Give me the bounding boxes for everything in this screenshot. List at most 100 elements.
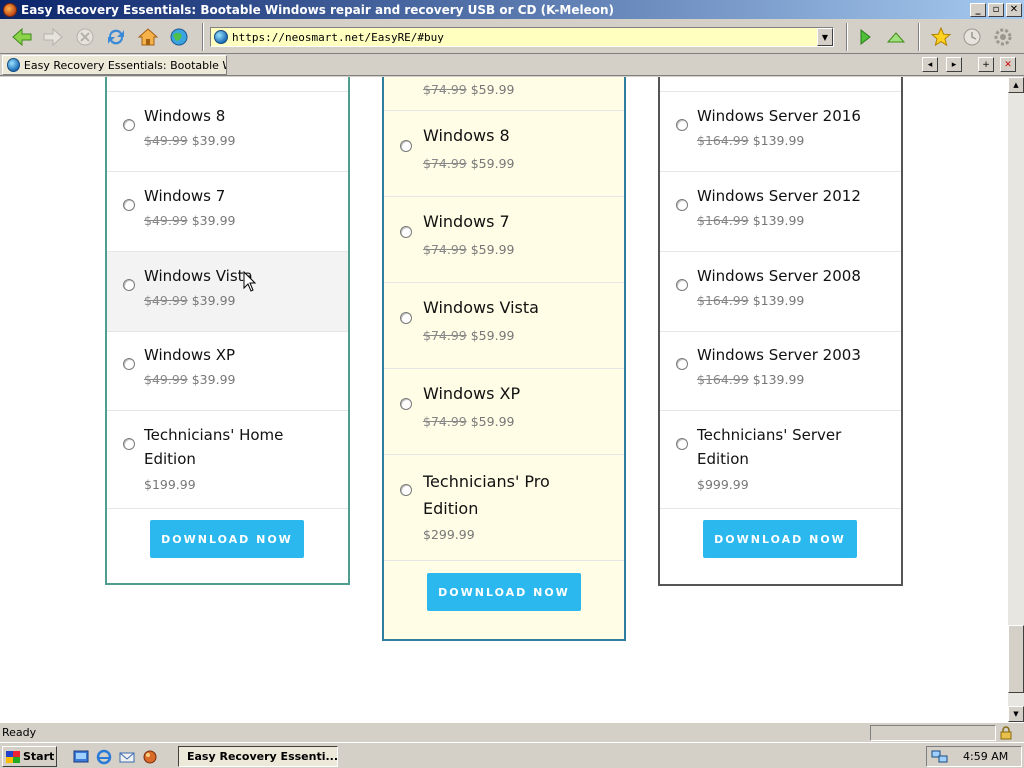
- stop-icon[interactable]: [73, 25, 97, 49]
- radio-button[interactable]: [400, 226, 412, 238]
- radio-button[interactable]: [676, 279, 688, 291]
- radio-button[interactable]: [400, 140, 412, 152]
- download-now-button[interactable]: DOWNLOAD NOW: [703, 520, 857, 558]
- product-name: Windows 8: [144, 107, 226, 125]
- scrollbar-thumb[interactable]: [1008, 625, 1024, 693]
- product-row[interactable]: Windows Server 2012 $164.99 $139.99: [660, 171, 901, 251]
- outlook-express-icon[interactable]: [118, 748, 136, 766]
- product-row[interactable]: Windows XP $49.99 $39.99: [107, 331, 348, 410]
- product-row[interactable]: Windows XP $74.99 $59.99: [384, 368, 624, 454]
- radio-button[interactable]: [123, 199, 135, 211]
- globe-icon[interactable]: [167, 25, 191, 49]
- go-icon[interactable]: [853, 25, 877, 49]
- radio-button[interactable]: [123, 358, 135, 370]
- radio-button[interactable]: [676, 358, 688, 370]
- maximize-button[interactable]: ▫: [988, 2, 1004, 17]
- star-icon[interactable]: [929, 25, 953, 49]
- url-input[interactable]: https://neosmart.net/EasyRE/#buy: [232, 31, 817, 44]
- product-row[interactable]: Technicians' Home Edition $199.99: [107, 410, 348, 508]
- product-name: Technicians' Server Edition: [697, 426, 842, 468]
- product-row[interactable]: Windows Vista $74.99 $59.99: [384, 282, 624, 368]
- old-price: $49.99: [144, 293, 188, 308]
- button-row: DOWNLOAD NOW: [384, 560, 624, 639]
- vertical-scrollbar[interactable]: ▲ ▼: [1008, 77, 1024, 722]
- button-row: DOWNLOAD NOW: [107, 508, 348, 585]
- radio-button[interactable]: [676, 199, 688, 211]
- tab-easyre[interactable]: Easy Recovery Essentials: Bootable Wi...: [2, 55, 227, 75]
- back-arrow-icon[interactable]: [10, 25, 34, 49]
- new-price: $59.99: [470, 242, 515, 257]
- forward-arrow-icon[interactable]: [41, 25, 65, 49]
- download-now-button[interactable]: DOWNLOAD NOW: [427, 573, 581, 611]
- product-row[interactable]: Windows 8 $49.99 $39.99: [107, 91, 348, 171]
- product-row[interactable]: Technicians' Server Edition $999.99: [660, 410, 901, 508]
- product-row[interactable]: Windows 8 $74.99 $59.99: [384, 110, 624, 196]
- download-now-button[interactable]: DOWNLOAD NOW: [150, 520, 304, 558]
- taskbar: Start Easy Recovery Essenti... 4:59 AM: [0, 742, 1024, 768]
- product-name: Windows Server 2016: [697, 107, 861, 125]
- network-icon[interactable]: [931, 750, 949, 764]
- product-name: Windows 7: [423, 212, 510, 231]
- tab-strip: Easy Recovery Essentials: Bootable Wi...: [0, 54, 1024, 76]
- product-row[interactable]: Windows Server 2008 $164.99 $139.99: [660, 251, 901, 331]
- scroll-down-icon[interactable]: ▼: [1008, 706, 1024, 722]
- security-lock-icon[interactable]: [996, 725, 1016, 740]
- radio-button[interactable]: [400, 312, 412, 324]
- old-price: $164.99: [697, 133, 749, 148]
- up-icon[interactable]: [884, 25, 908, 49]
- product-price: $199.99: [144, 477, 196, 492]
- k-meleon-app-icon[interactable]: [3, 2, 17, 17]
- show-desktop-icon[interactable]: [72, 748, 90, 766]
- radio-button[interactable]: [400, 398, 412, 410]
- product-row[interactable]: Windows 7 $49.99 $39.99: [107, 171, 348, 251]
- taskbar-window-button[interactable]: Easy Recovery Essenti...: [178, 746, 338, 767]
- settings-icon[interactable]: [991, 25, 1015, 49]
- site-identity-icon: [214, 30, 228, 44]
- radio-button[interactable]: [676, 438, 688, 450]
- url-bar[interactable]: https://neosmart.net/EasyRE/#buy ▼: [210, 27, 834, 47]
- start-label: Start: [23, 750, 55, 763]
- internet-explorer-icon[interactable]: [95, 748, 113, 766]
- pricing-card-home: Windows 8 $49.99 $39.99 Windows 7 $49.99…: [105, 77, 350, 585]
- radio-button[interactable]: [400, 484, 412, 496]
- product-row[interactable]: Windows Server 2003 $164.99 $139.99: [660, 331, 901, 410]
- old-price: $164.99: [697, 293, 749, 308]
- start-button[interactable]: Start: [2, 746, 57, 767]
- home-icon[interactable]: [136, 25, 160, 49]
- product-row[interactable]: Technicians' Pro Edition $299.99: [384, 454, 624, 560]
- minimize-button[interactable]: _: [970, 2, 986, 17]
- task-label: Easy Recovery Essenti...: [187, 750, 338, 763]
- new-tab-icon[interactable]: +: [978, 57, 994, 72]
- status-panel: [870, 724, 996, 741]
- url-dropdown-button[interactable]: ▼: [817, 28, 833, 46]
- product-name: Windows XP: [423, 384, 521, 403]
- new-price: $59.99: [470, 414, 515, 429]
- reload-icon[interactable]: [104, 25, 128, 49]
- radio-button[interactable]: [123, 119, 135, 131]
- radio-button[interactable]: [123, 279, 135, 291]
- product-name: Technicians' Pro Edition: [423, 472, 550, 518]
- product-row[interactable]: Windows Vista $49.99 $39.99: [107, 251, 348, 331]
- tab-label: Easy Recovery Essentials: Bootable Wi...: [23, 58, 226, 72]
- product-name: Windows Server 2012: [697, 187, 861, 205]
- old-price: $49.99: [144, 213, 188, 228]
- product-row[interactable]: Windows Server 2016 $164.99 $139.99: [660, 91, 901, 171]
- tab-previous-icon[interactable]: ◂: [922, 57, 938, 72]
- product-price: $74.99 $59.99: [423, 156, 514, 171]
- scroll-up-icon[interactable]: ▲: [1008, 77, 1024, 93]
- tab-globe-icon: [7, 58, 20, 72]
- history-icon[interactable]: [960, 25, 984, 49]
- radio-button[interactable]: [676, 119, 688, 131]
- tab-next-icon[interactable]: ▸: [946, 57, 962, 72]
- old-price: $49.99: [144, 372, 188, 387]
- pricing-card-server: Windows Server 2016 $164.99 $139.99 Wind…: [658, 77, 903, 586]
- product-name: Windows Vista: [144, 267, 253, 285]
- new-price: $139.99: [752, 293, 805, 308]
- windows-flag-icon: [6, 750, 20, 763]
- product-price: $49.99 $39.99: [144, 133, 235, 148]
- close-button[interactable]: ✕: [1006, 2, 1022, 17]
- radio-button[interactable]: [123, 438, 135, 450]
- close-tab-icon[interactable]: ✕: [1000, 57, 1016, 72]
- k-meleon-quicklaunch-icon[interactable]: [141, 748, 159, 766]
- product-row[interactable]: Windows 7 $74.99 $59.99: [384, 196, 624, 282]
